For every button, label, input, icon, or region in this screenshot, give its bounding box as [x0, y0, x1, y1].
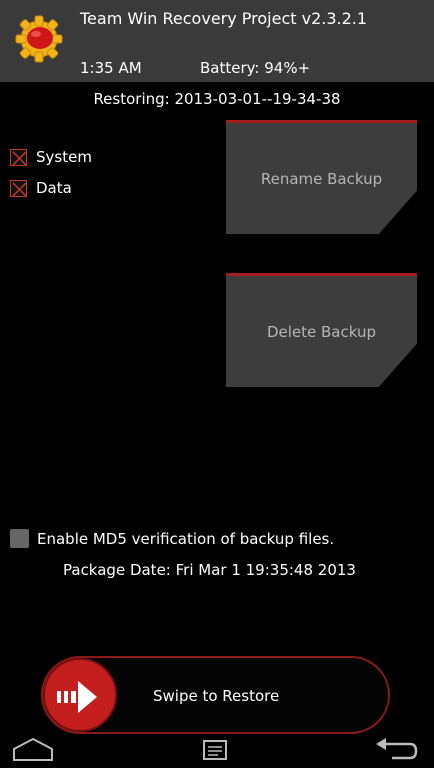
md5-verification-label: Enable MD5 verification of backup files. — [37, 529, 335, 548]
swipe-to-restore-slider[interactable]: Swipe to Restore — [41, 656, 390, 734]
partition-data-checkbox-row[interactable]: Data — [10, 178, 72, 198]
partition-label: Data — [36, 179, 72, 197]
status-battery: Battery: 94%+ — [200, 59, 311, 77]
partition-label: System — [36, 148, 92, 166]
checkbox-checked-icon[interactable] — [10, 148, 27, 166]
status-time: 1:35 AM — [80, 59, 142, 77]
partition-system-checkbox-row[interactable]: System — [10, 147, 92, 167]
twrp-logo-icon — [14, 14, 64, 64]
swipe-label: Swipe to Restore — [153, 687, 280, 705]
app-title: Team Win Recovery Project v2.3.2.1 — [80, 9, 368, 28]
arrow-right-icon — [57, 681, 97, 713]
back-icon[interactable] — [374, 738, 418, 768]
delete-backup-button[interactable]: Delete Backup — [226, 273, 417, 387]
restore-status-text: Restoring: 2013-03-01--19-34-38 — [93, 90, 341, 108]
md5-verification-checkbox-row[interactable]: Enable MD5 verification of backup files. — [10, 529, 334, 548]
checkbox-checked-icon[interactable] — [10, 179, 27, 197]
rename-backup-button[interactable]: Rename Backup — [226, 120, 417, 234]
console-icon[interactable] — [203, 740, 227, 764]
header-bar: Team Win Recovery Project v2.3.2.1 1:35 … — [0, 0, 434, 82]
package-date-text: Package Date: Fri Mar 1 19:35:48 2013 — [63, 561, 356, 579]
checkbox-unchecked-icon[interactable] — [10, 529, 29, 548]
home-icon[interactable] — [11, 736, 55, 766]
swipe-handle[interactable] — [43, 658, 117, 732]
